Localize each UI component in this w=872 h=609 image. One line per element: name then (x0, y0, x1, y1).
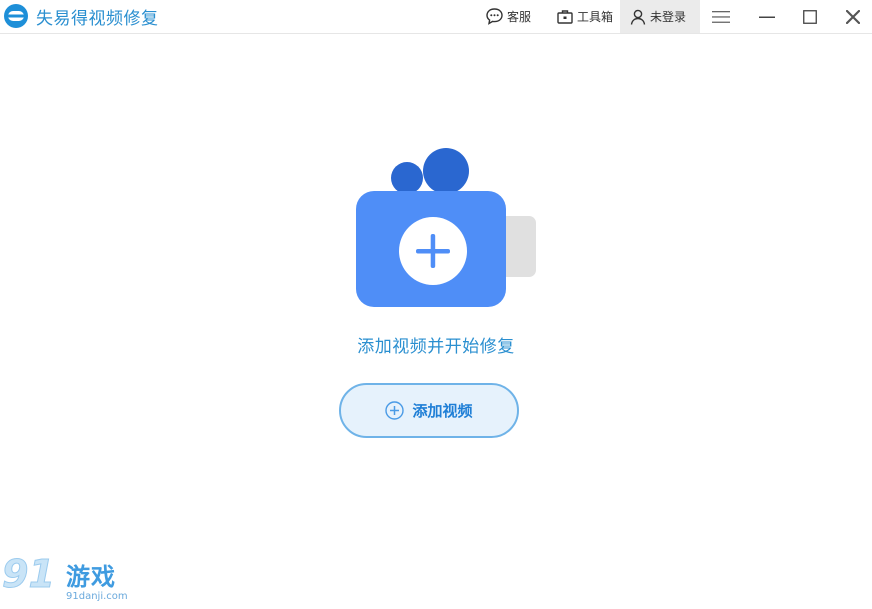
login-label: 未登录 (650, 10, 687, 24)
site-watermark: 91 游戏 91danji.com (0, 552, 140, 609)
app-title: 失易得视频修复 (36, 9, 159, 29)
close-icon (846, 9, 860, 24)
add-video-button[interactable]: 添加视频 (339, 383, 519, 438)
video-camera-add-icon[interactable] (350, 146, 540, 311)
customer-service-label: 客服 (507, 10, 532, 24)
watermark-text: 游戏 (66, 563, 116, 591)
toolbox-icon (557, 9, 573, 24)
user-icon (630, 9, 646, 25)
close-button[interactable] (833, 0, 872, 33)
hamburger-menu-icon (712, 10, 730, 23)
watermark-number: 91 (2, 552, 56, 597)
minimize-icon (759, 16, 775, 18)
maximize-icon (803, 9, 817, 24)
maximize-button[interactable] (790, 0, 830, 33)
chat-bubble-icon (486, 8, 503, 25)
add-video-prompt: 添加视频并开始修复 (357, 337, 515, 357)
plus-circle-icon (385, 401, 405, 420)
add-video-button-label: 添加视频 (412, 402, 473, 420)
app-logo-icon (4, 4, 28, 28)
minimize-button[interactable] (747, 0, 787, 33)
customer-service-button[interactable]: 客服 (485, 0, 531, 33)
toolbox-button[interactable]: 工具箱 (556, 0, 613, 33)
toolbox-label: 工具箱 (577, 10, 614, 24)
watermark-site: 91danji.com (66, 591, 128, 602)
login-button[interactable]: 未登录 (620, 0, 700, 33)
menu-button[interactable] (701, 0, 741, 33)
title-bar: 失易得视频修复 客服 工具箱 未登录 (0, 0, 872, 34)
